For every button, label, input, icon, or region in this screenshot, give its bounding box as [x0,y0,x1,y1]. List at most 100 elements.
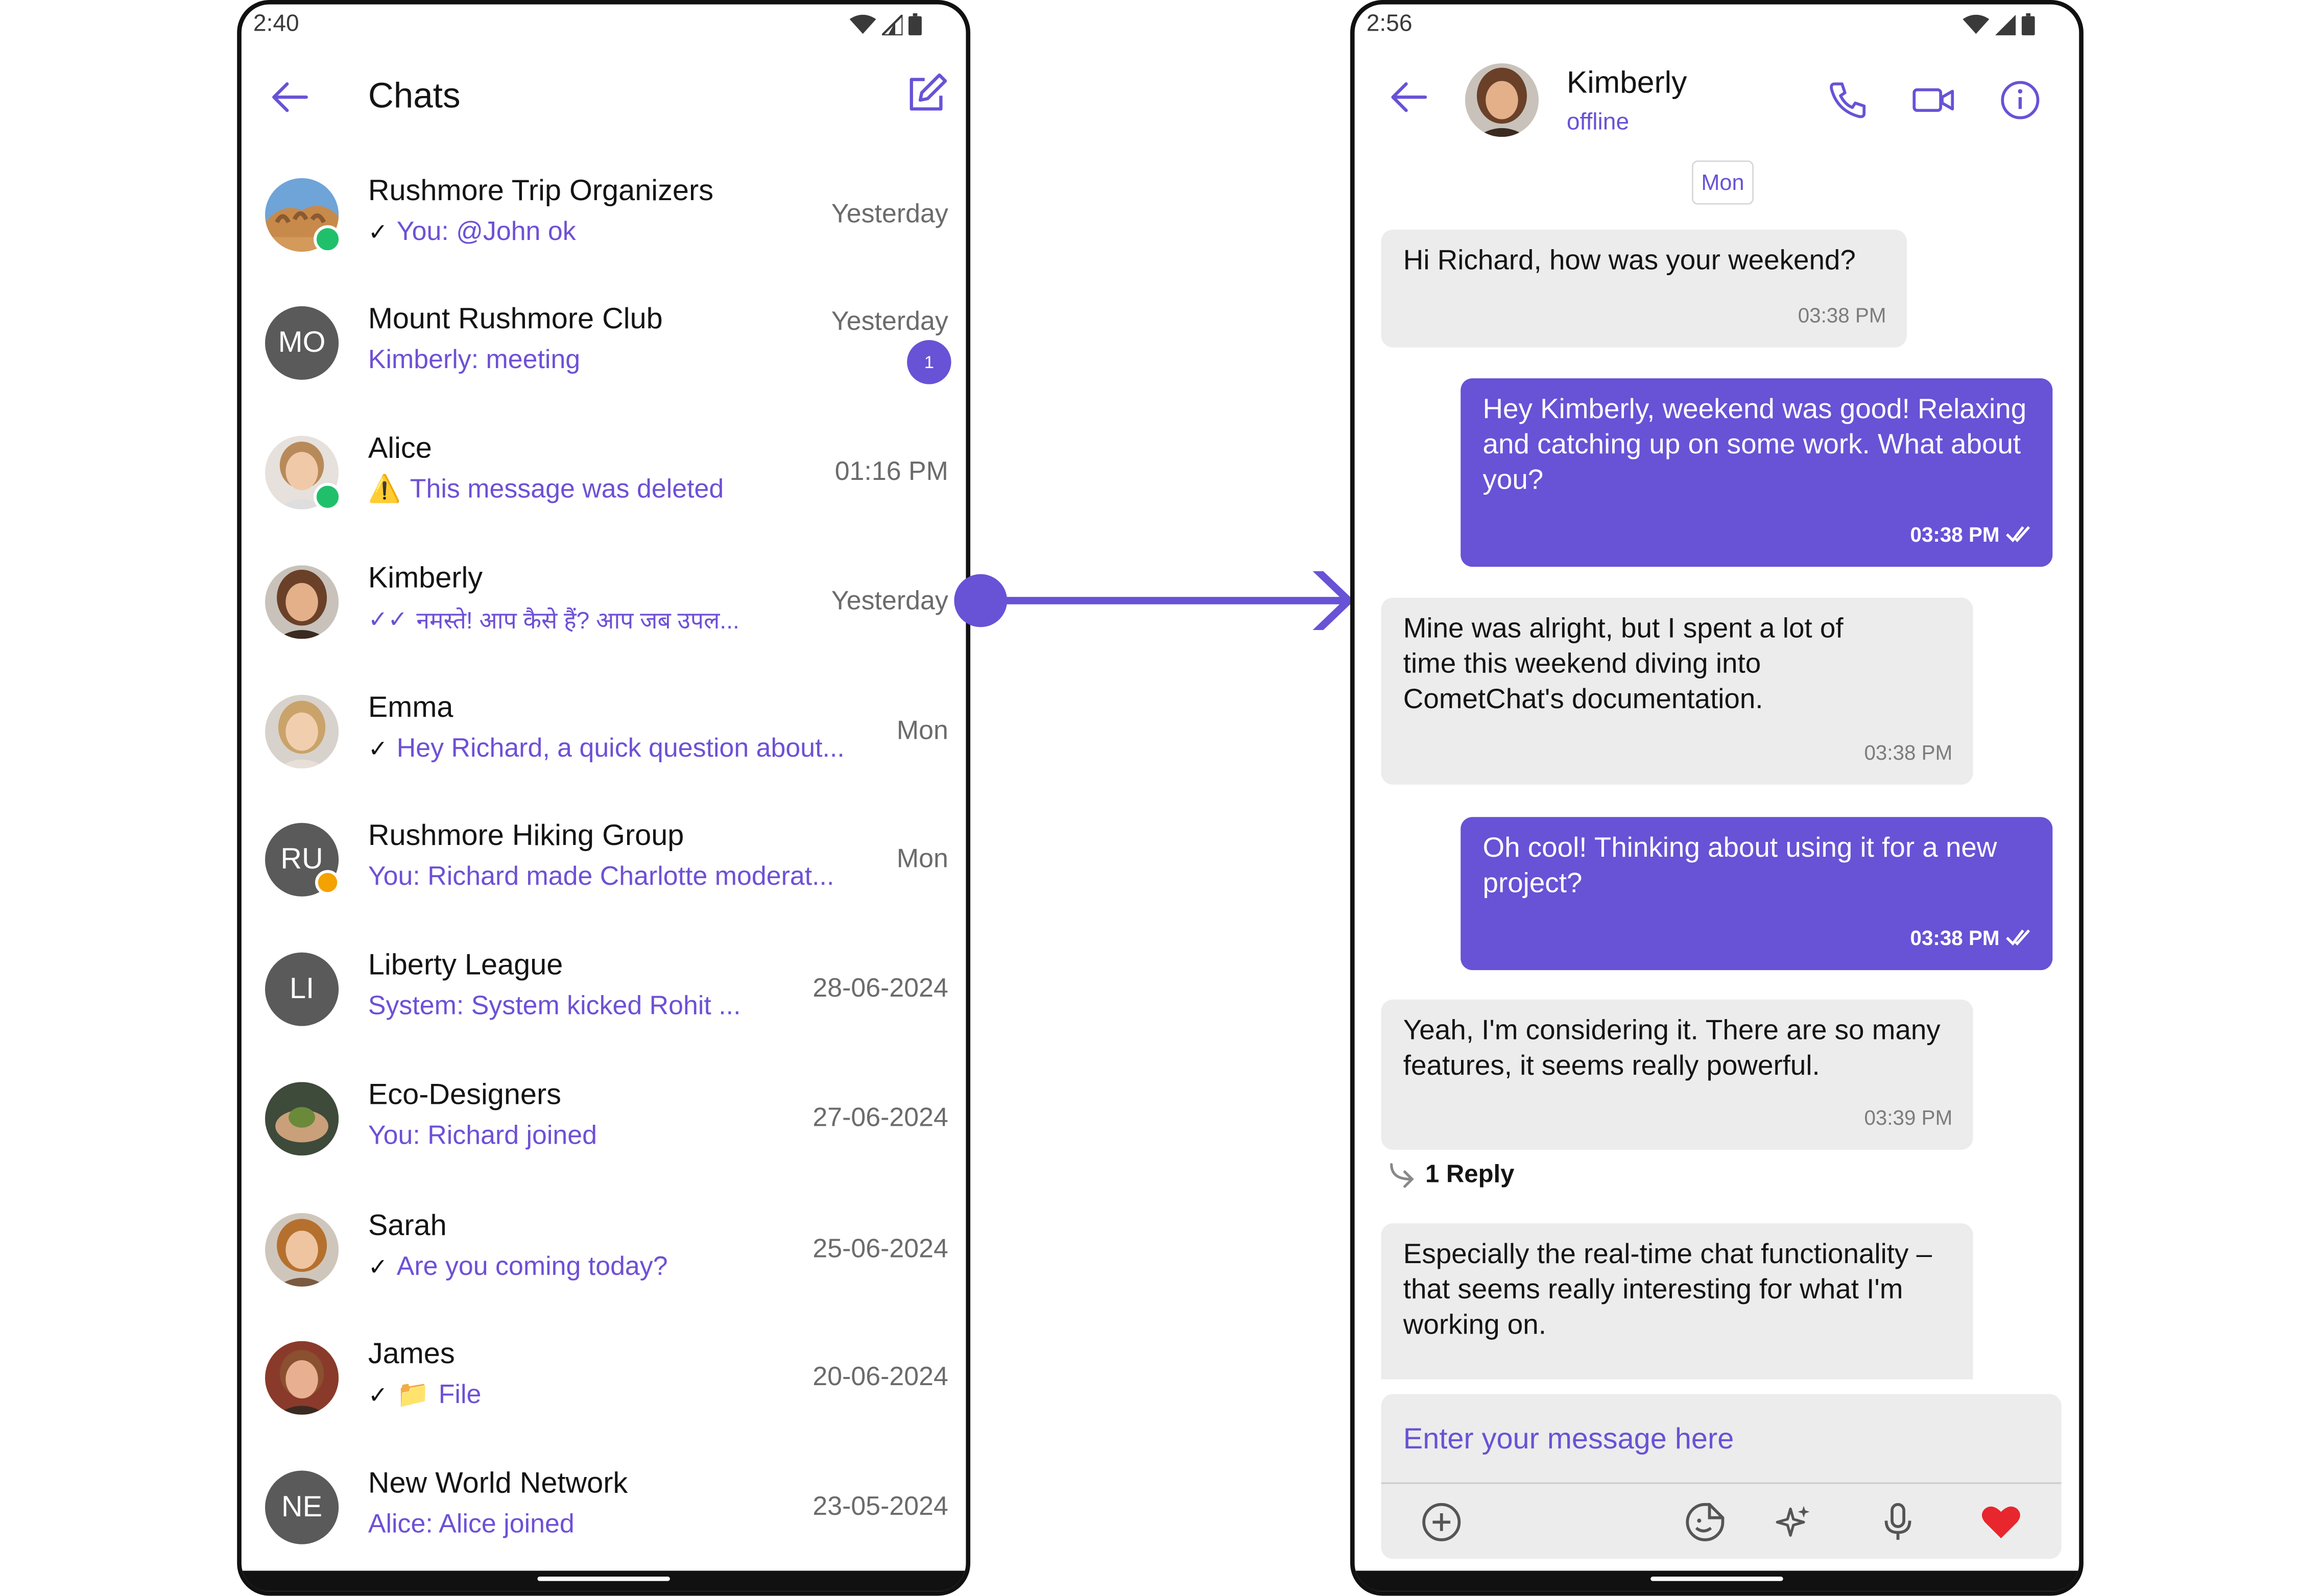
conversation-preview: System: System kicked Rohit ... [368,990,741,1021]
date-separator: Mon [1691,160,1754,205]
message-time: 03:38 PM [1910,926,2000,950]
conversation-item[interactable]: Kimberly ✓✓ नमस्ते! आप कैसे हैं? आप जब उप… [242,562,966,689]
conversation-name: New World Network [368,1467,628,1501]
conversation-time: 20-06-2024 [812,1362,948,1391]
mic-icon[interactable] [1876,1500,1920,1544]
conversation-time: 23-05-2024 [812,1491,948,1521]
incoming-message[interactable]: Hi Richard, how was your weekend? 03:38 … [1381,229,1907,348]
conversation-time: Yesterday [831,199,948,228]
conversation-preview: Kimberly: meeting [368,344,581,374]
heart-icon[interactable] [1979,1500,2023,1544]
initials-avatar: MO [265,306,339,380]
conversation-time: 01:16 PM [834,456,948,486]
status-icons [849,13,922,36]
conversation-preview: ✓ Are you coming today? [368,1251,668,1281]
message-text: Hi Richard, how was your weekend? [1403,246,1856,277]
conversation-name: Eco-Designers [368,1079,562,1111]
sent-tick-icon: ✓ [368,737,388,762]
message-meta: 03:38 PM [1910,517,2031,552]
group-avatar [265,1082,339,1156]
conversation-name: Emma [368,692,453,724]
conversation-time: Mon [896,843,948,873]
conversation-item[interactable]: RU Rushmore Hiking Group You: Richard ma… [242,819,966,947]
battery-icon [908,13,922,36]
conversation-item[interactable]: Sarah ✓ Are you coming today? 25-06-2024 [242,1210,966,1337]
conversation-item[interactable]: LI Liberty League System: System kicked … [242,950,966,1076]
warning-icon: ⚠️ [368,474,401,504]
conversation-name: Rushmore Hiking Group [368,819,684,853]
back-arrow-icon[interactable] [268,75,312,119]
folder-icon: 📁 [396,1379,430,1409]
conversation-time: Yesterday [831,586,948,616]
wifi-icon [1963,14,1990,33]
comparison-stage: 2:40 Chats Rushmore Trip Organizers ✓ You… [0,0,2297,1596]
message-time: 03:39 PM [1864,1105,1953,1129]
video-icon[interactable] [1911,78,1955,122]
messages-phone: 2:56 Kimberly offline Mon Hi Richard, ho… [1350,0,2084,1596]
conversation-name: Mount Rushmore Club [368,303,663,336]
conversation-preview: You: Richard made Charlotte moderat... [368,861,834,891]
conversation-preview: ✓ Hey Richard, a quick question about... [368,733,845,763]
message-composer: Enter your message here [1381,1394,2062,1559]
home-indicator [1354,1570,2079,1591]
incoming-message[interactable]: Especially the real-time chat functional… [1381,1223,1973,1380]
status-icons [1963,13,2035,36]
online-indicator [314,482,342,511]
user-avatar [265,694,339,769]
contact-name: Kimberly [1566,66,1687,101]
conversation-item[interactable]: Emma ✓ Hey Richard, a quick question abou… [242,692,966,818]
conversation-name: Sarah [368,1210,447,1243]
connector-arrow [954,571,1353,631]
conversation-name: Alice [368,432,432,466]
message-time: 03:38 PM [1798,303,1886,327]
message-time: 03:38 PM [1864,740,1953,764]
initials-avatar: NE [265,1470,339,1544]
message-time: 03:38 PM [1910,522,2000,546]
conversation-time: Mon [896,715,948,745]
signal-icon [882,14,903,35]
conversation-preview: ✓ You: @John ok [368,216,576,246]
conversation-item[interactable]: Alice ⚠️ This message was deleted 01:16 P… [242,432,966,560]
incoming-message[interactable]: Mine was alright, but I spent a lot of t… [1381,597,1973,785]
conversation-preview: Alice: Alice joined [368,1509,575,1539]
conversation-name: Kimberly [368,562,483,595]
sticker-icon[interactable] [1683,1500,1727,1544]
phone-icon[interactable] [1826,78,1870,122]
online-indicator [314,225,342,253]
conversation-item[interactable]: MO Mount Rushmore Club Kimberly: meeting… [242,303,966,430]
message-text: Oh cool! Thinking about using it for a n… [1482,833,1997,900]
page-title: Chats [368,76,461,116]
conversation-time: Yesterday [831,306,948,336]
sent-tick-icon: ✓ [368,1255,388,1280]
status-time: 2:56 [1366,12,1413,37]
reply-arrow-icon [1390,1163,1414,1188]
double-tick-icon [2006,526,2030,543]
wifi-icon [849,14,876,33]
conversation-preview: ✓✓ नमस्ते! आप कैसे हैं? आप जब उपल... [368,603,739,636]
conversation-item[interactable]: James ✓ 📁 File 20-06-2024 [242,1338,966,1465]
back-arrow-icon[interactable] [1387,75,1431,119]
signal-icon [1995,14,2016,35]
ai-sparkle-icon[interactable] [1772,1500,1815,1544]
composer-divider [1381,1482,2062,1484]
conversation-item[interactable]: Eco-Designers You: Richard joined 27-06-… [242,1079,966,1205]
contact-status: offline [1566,110,1630,136]
incoming-message[interactable]: Yeah, I'm considering it. There are so m… [1381,999,1973,1150]
outgoing-message[interactable]: Hey Kimberly, weekend was good! Relaxing… [1461,378,2053,567]
conversation-item[interactable]: Rushmore Trip Organizers ✓ You: @John ok … [242,175,966,302]
unread-badge: 1 [907,340,951,384]
home-indicator [241,1570,966,1591]
conversation-preview: You: Richard joined [368,1120,597,1150]
message-input[interactable]: Enter your message here [1403,1423,1734,1457]
info-icon[interactable] [1998,78,2042,122]
compose-icon[interactable] [904,72,948,116]
conversation-time: 27-06-2024 [812,1102,948,1132]
thread-replies-link[interactable]: 1 Reply [1387,1160,1514,1190]
status-time: 2:40 [253,12,299,37]
message-text: Mine was alright, but I spent a lot of t… [1403,614,1844,716]
outgoing-message[interactable]: Oh cool! Thinking about using it for a n… [1461,817,2053,971]
conversation-time: 25-06-2024 [812,1234,948,1263]
message-meta: 03:38 PM [1910,920,2031,955]
plus-icon[interactable] [1420,1500,1464,1544]
conversation-name: James [368,1338,455,1371]
